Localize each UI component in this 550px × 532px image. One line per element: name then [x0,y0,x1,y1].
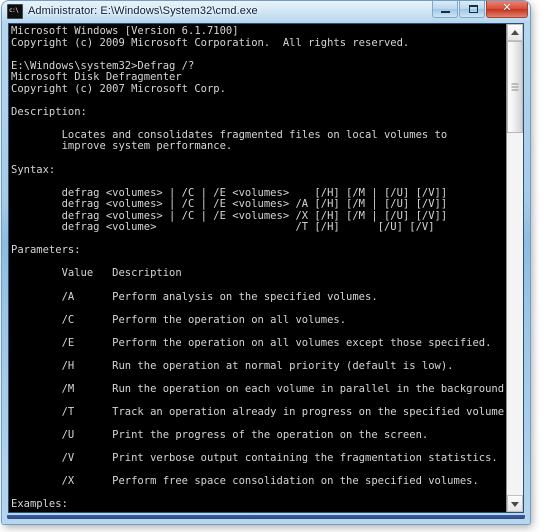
window-title: Administrator: E:\Windows\System32\cmd.e… [28,5,258,17]
window-controls: ✕ [431,1,528,21]
console-scrollbar[interactable] [506,24,523,512]
maximize-button[interactable] [459,1,485,18]
minimize-icon [441,11,450,13]
console-output-pane[interactable]: Microsoft Windows [Version 6.1.7100] Cop… [9,24,506,512]
chevron-down-icon [511,501,519,507]
scrollbar-grip-icon [511,83,519,91]
window-bottom-edge [7,515,525,519]
scroll-down-button[interactable] [507,495,523,512]
maximize-icon [469,5,478,13]
console-text: Microsoft Windows [Version 6.1.7100] Cop… [11,25,506,511]
close-button[interactable]: ✕ [486,1,528,18]
console-client-area: Microsoft Windows [Version 6.1.7100] Cop… [8,23,524,513]
minimize-button[interactable] [432,1,458,18]
title-bar[interactable]: Administrator: E:\Windows\System32\cmd.e… [2,1,530,21]
scrollbar-track[interactable] [507,41,523,495]
scroll-up-button[interactable] [507,24,523,41]
console-window: Administrator: E:\Windows\System32\cmd.e… [2,1,530,524]
scrollbar-thumb[interactable] [507,41,523,133]
chevron-up-icon [511,29,519,35]
close-icon: ✕ [502,1,512,14]
cmd-icon [7,3,23,19]
